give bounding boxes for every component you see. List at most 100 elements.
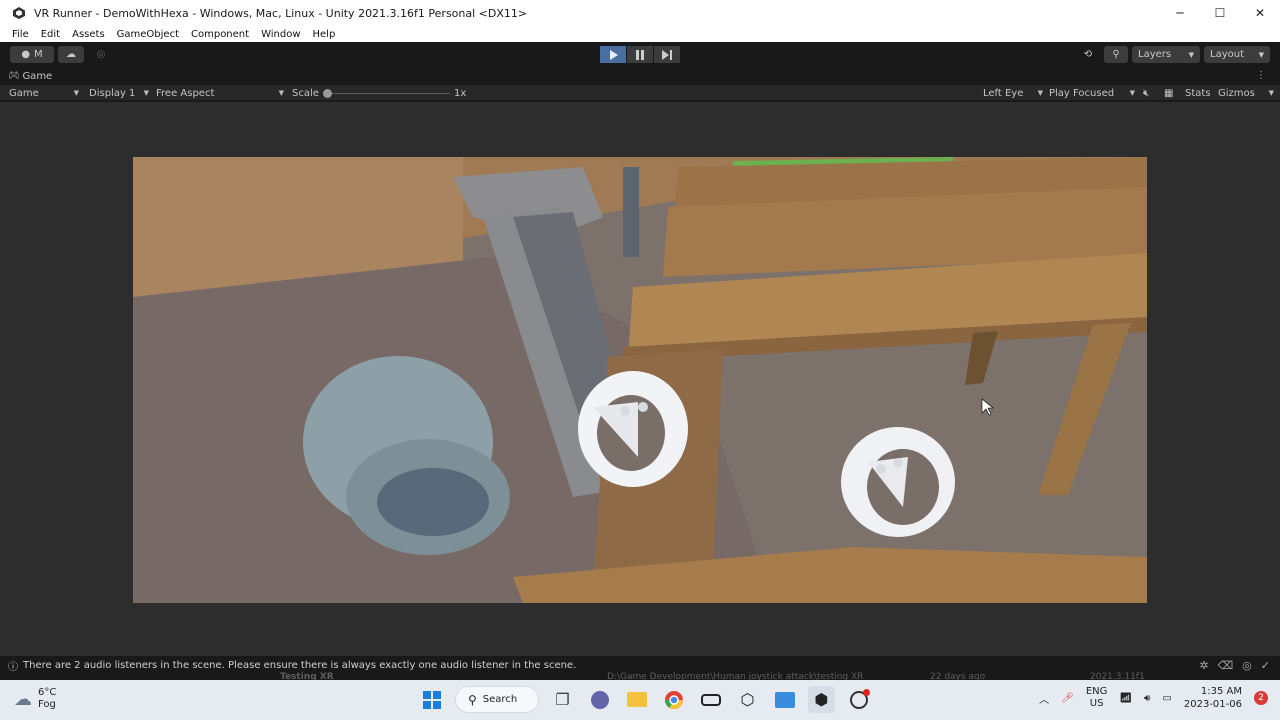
unity-logo-icon [13, 7, 25, 19]
clock-date: 2023-01-06 [1183, 699, 1242, 710]
scale-slider-track[interactable] [326, 93, 450, 94]
tab-game[interactable]: 🎮︎ Game [8, 68, 52, 84]
vr-headset-icon [700, 693, 721, 706]
collab-icon: ◎ [96, 49, 106, 60]
pause-icon [636, 49, 644, 60]
chrome-button[interactable] [660, 686, 687, 713]
menu-help[interactable]: Help [313, 29, 336, 40]
battery-icon[interactable]: ▭ [1162, 693, 1171, 704]
aspect-label: Free Aspect [156, 87, 215, 99]
game-view [0, 102, 1280, 656]
account-label: M [34, 49, 43, 60]
info-icon: ⓘ [8, 661, 18, 673]
scale-label: Scale [292, 87, 319, 99]
unity-hub-button[interactable]: ⬡ [734, 686, 761, 713]
close-button[interactable]: ✕ [1240, 0, 1280, 26]
minimize-button[interactable]: ─ [1160, 0, 1200, 26]
layout-label: Layout [1210, 49, 1244, 60]
stats-grid-icon: ▦ [1164, 87, 1174, 99]
chevron-down-icon: ▼ [1037, 89, 1043, 97]
search-icon: ⚲ [1112, 49, 1120, 60]
play-mode-dropdown[interactable]: Play Focused ▼ [1049, 85, 1135, 101]
game-view-toolbar: Game ▼ Display 1 ▼ Free Aspect ▼ Scale 1… [0, 84, 1280, 101]
collab-button[interactable]: ◎ [88, 46, 114, 63]
eye-label: Left Eye [983, 87, 1024, 99]
account-icon: ● [21, 49, 31, 60]
unity-hub-icon: ⬡ [740, 690, 755, 709]
recorder-app-button[interactable] [845, 686, 872, 713]
search-button[interactable]: ⚲ [1104, 46, 1128, 63]
status-message: There are 2 audio listeners in the scene… [23, 659, 577, 671]
step-button[interactable] [654, 46, 680, 63]
task-view-button[interactable]: ❐ [549, 686, 576, 713]
gizmos-label: Gizmos [1218, 87, 1255, 99]
wifi-icon[interactable]: 📶︎ [1119, 693, 1132, 704]
taskbar-search-label: Search [482, 694, 518, 705]
layers-dropdown[interactable]: Layers ▼ [1132, 46, 1200, 63]
cloud-button[interactable]: ☁ [58, 46, 84, 63]
gamepad-icon: 🎮︎ [8, 71, 20, 81]
weather-widget[interactable]: ☁ 6°C Fog [14, 687, 56, 711]
system-tray: ︿ 🎤︎ ENG US 📶︎ 🔊︎ ▭ 1:35 AM 2023-01-06 2 [1039, 685, 1268, 711]
weather-temperature: 6°C [38, 687, 57, 698]
scale-value: 1x [454, 87, 467, 99]
volume-icon[interactable]: 🔊︎ [1144, 693, 1150, 704]
menu-assets[interactable]: Assets [72, 29, 105, 40]
cloud-icon: ☁ [66, 49, 76, 60]
check-circle-icon[interactable]: ✓ [1261, 659, 1270, 672]
teams-chat-button[interactable] [586, 686, 613, 713]
layers-label: Layers [1138, 49, 1172, 60]
start-button[interactable] [418, 686, 445, 713]
unity-editor-button[interactable]: ⬢ [808, 686, 835, 713]
maximize-button[interactable]: ☐ [1200, 0, 1240, 26]
menu-edit[interactable]: Edit [41, 29, 60, 40]
photos-icon [774, 691, 795, 708]
weather-condition: Fog [38, 699, 56, 710]
bug-icon[interactable]: ✲ [1199, 659, 1208, 672]
tab-options-icon[interactable]: ⋮ [1256, 70, 1266, 81]
play-mode-label: Play Focused [1049, 87, 1115, 99]
pause-button[interactable] [627, 46, 653, 63]
aspect-dropdown[interactable]: Free Aspect ▼ [156, 85, 284, 101]
mute-audio-icon[interactable]: 🔇︎ [1143, 85, 1149, 101]
game-mode-dropdown[interactable]: Game ▼ [9, 85, 79, 101]
scale-slider-handle[interactable] [323, 89, 332, 98]
menu-file[interactable]: File [12, 29, 29, 40]
search-icon: ⚲ [468, 692, 477, 707]
game-viewport[interactable] [133, 157, 1147, 603]
gizmos-dropdown[interactable]: Gizmos ▼ [1218, 85, 1274, 101]
clock-time: 1:35 AM [1200, 686, 1242, 697]
history-button[interactable]: ⟲ [1076, 46, 1100, 63]
target-icon[interactable]: ◎ [1242, 659, 1252, 672]
menu-window[interactable]: Window [261, 29, 300, 40]
unity-icon: ⬢ [814, 690, 829, 709]
microphone-icon[interactable]: 🎤︎ [1061, 693, 1074, 704]
play-icon [609, 49, 618, 60]
stats-button[interactable]: Stats [1185, 85, 1211, 101]
game-mode-label: Game [9, 87, 39, 99]
layout-dropdown[interactable]: Layout ▼ [1204, 46, 1270, 63]
window-title: VR Runner - DemoWithHexa - Windows, Mac,… [34, 6, 528, 20]
taskbar-search[interactable]: ⚲ Search [455, 686, 539, 713]
chevron-down-icon: ▼ [1258, 50, 1264, 59]
photos-app-button[interactable] [771, 686, 798, 713]
windows-logo-icon [422, 690, 441, 709]
file-explorer-button[interactable] [623, 686, 650, 713]
eye-dropdown[interactable]: Left Eye ▼ [983, 85, 1043, 101]
menu-component[interactable]: Component [191, 29, 249, 40]
chevron-down-icon: ▼ [143, 89, 149, 97]
menu-gameobject[interactable]: GameObject [117, 29, 179, 40]
notification-badge[interactable]: 2 [1254, 691, 1268, 705]
broom-icon[interactable]: ⌫ [1218, 659, 1234, 672]
menu-bar: File Edit Assets GameObject Component Wi… [0, 26, 1280, 42]
clock[interactable]: 1:35 AM 2023-01-06 [1184, 685, 1242, 711]
language-indicator[interactable]: ENG US [1086, 686, 1108, 710]
account-dropdown[interactable]: ● M [10, 46, 54, 63]
vr-headset-app-button[interactable] [697, 686, 724, 713]
task-view-icon: ❐ [555, 690, 570, 709]
step-icon [662, 49, 672, 60]
display-dropdown[interactable]: Display 1 ▼ [89, 85, 149, 101]
chevron-up-icon[interactable]: ︿ [1039, 691, 1049, 706]
play-button[interactable] [600, 46, 626, 63]
vr-scene-render [133, 157, 1147, 603]
